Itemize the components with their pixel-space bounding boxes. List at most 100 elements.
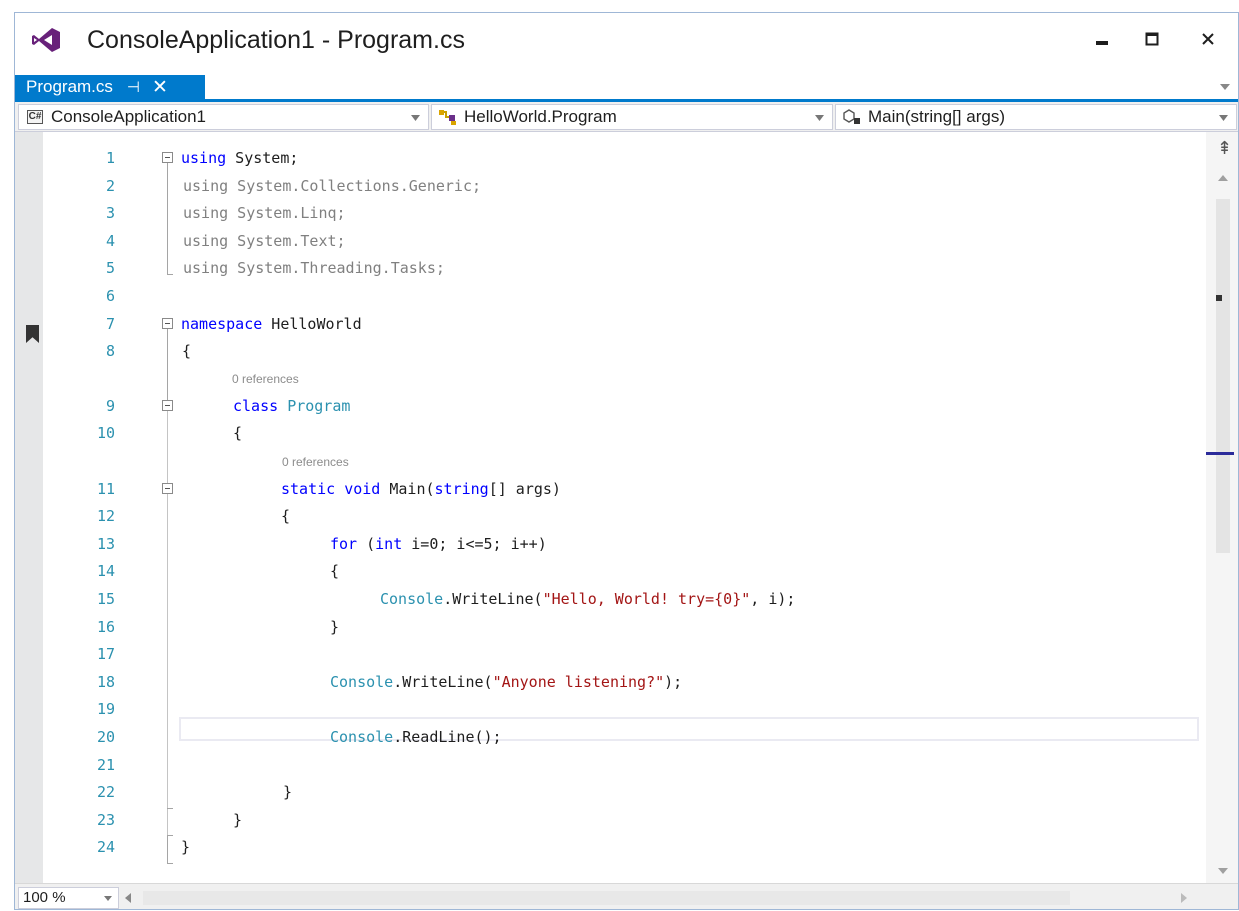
code-line-4[interactable]: using System.Text;: [183, 230, 346, 252]
code-line-5[interactable]: using System.Threading.Tasks;: [183, 257, 445, 279]
vertical-scrollbar[interactable]: ⇞: [1206, 132, 1238, 883]
close-icon: [1202, 33, 1214, 45]
type-dropdown[interactable]: HelloWorld.Program: [431, 104, 833, 130]
line-number: 21: [96, 756, 115, 774]
minimize-button[interactable]: [1079, 19, 1125, 59]
line-number: 17: [96, 645, 115, 663]
line-number: 22: [96, 783, 115, 801]
line-number: 7: [105, 315, 115, 333]
zoom-dropdown[interactable]: 100 %: [18, 887, 119, 909]
scrollbar-thumb[interactable]: [1216, 199, 1230, 553]
line-number: 20: [96, 728, 115, 746]
code-lens-references[interactable]: 0 references: [232, 371, 299, 387]
scroll-down-icon[interactable]: [1218, 868, 1228, 874]
code-line-8[interactable]: {: [182, 340, 191, 362]
line-number: 9: [105, 397, 115, 415]
line-number: 3: [105, 204, 115, 222]
code-line-14[interactable]: {: [330, 560, 339, 582]
close-tab-icon[interactable]: ✕: [152, 76, 168, 99]
code-editor[interactable]: 1 2 3 4 5 6 7 8 9 10 11 12 13 14 15 16 1…: [15, 132, 1238, 883]
ide-window: ConsoleApplication1 - Program.cs Program…: [14, 12, 1239, 910]
zoom-level: 100 %: [23, 889, 66, 906]
class-icon: [438, 108, 458, 126]
member-dropdown[interactable]: Main(string[] args): [835, 104, 1237, 130]
line-number: 15: [96, 590, 115, 608]
csharp-project-icon: C#: [26, 110, 44, 124]
outline-end: [167, 808, 173, 809]
tab-program-cs[interactable]: Program.cs ⊣ ✕: [15, 75, 205, 99]
editor-bottom-bar: 100 %: [15, 883, 1238, 909]
line-number: 2: [105, 177, 115, 195]
collapse-class-icon[interactable]: [162, 400, 173, 411]
horizontal-scrollbar-thumb[interactable]: [143, 891, 1070, 905]
code-line-22[interactable]: }: [283, 781, 292, 803]
window-title: ConsoleApplication1 - Program.cs: [87, 26, 465, 54]
outline-end: [167, 274, 173, 275]
line-number: 6: [105, 287, 115, 305]
line-number: 8: [105, 342, 115, 360]
line-number: 24: [96, 838, 115, 856]
code-lens-references[interactable]: 0 references: [282, 454, 349, 470]
chevron-down-icon: [815, 115, 824, 121]
scroll-right-icon[interactable]: [1181, 893, 1187, 903]
collapse-method-icon[interactable]: [162, 483, 173, 494]
scroll-up-icon[interactable]: [1218, 175, 1228, 181]
code-line-18[interactable]: Console.WriteLine("Anyone listening?");: [330, 671, 682, 693]
line-number: 5: [105, 259, 115, 277]
tab-label: Program.cs: [26, 77, 113, 96]
line-number: 12: [96, 507, 115, 525]
caret-position-marker: [1206, 452, 1234, 455]
code-line-15[interactable]: Console.WriteLine("Hello, World! try={0}…: [380, 588, 795, 610]
code-line-9[interactable]: class Program: [233, 395, 350, 417]
collapse-usings-icon[interactable]: [162, 152, 173, 163]
title-bar: ConsoleApplication1 - Program.cs: [15, 13, 1238, 75]
code-line-16[interactable]: }: [330, 616, 339, 638]
glyph-margin[interactable]: [15, 132, 43, 883]
maximize-icon: [1145, 32, 1159, 46]
code-line-23[interactable]: }: [233, 809, 242, 831]
outline-line: [167, 411, 168, 835]
scroll-left-icon[interactable]: [125, 893, 131, 903]
outline-end: [167, 835, 173, 836]
code-line-3[interactable]: using System.Linq;: [183, 202, 346, 224]
line-number: 16: [96, 618, 115, 636]
tab-overflow-dropdown-icon[interactable]: [1220, 83, 1230, 91]
code-line-10[interactable]: {: [233, 422, 242, 444]
line-number: 4: [105, 232, 115, 250]
code-line-2[interactable]: using System.Collections.Generic;: [183, 175, 481, 197]
line-number: 23: [96, 811, 115, 829]
line-number: 18: [96, 673, 115, 691]
line-number: 1: [105, 149, 115, 167]
line-number: 11: [96, 480, 115, 498]
method-icon: [842, 108, 862, 126]
project-dropdown[interactable]: C# ConsoleApplication1: [18, 104, 429, 130]
type-dropdown-value: HelloWorld.Program: [464, 107, 617, 126]
close-window-button[interactable]: [1185, 19, 1231, 59]
outline-end: [167, 863, 173, 864]
visual-studio-logo-icon: [32, 28, 60, 52]
minimize-icon: [1096, 41, 1108, 45]
code-line-24[interactable]: }: [181, 836, 190, 858]
navigation-bar: C# ConsoleApplication1 HelloWorld.Progra…: [15, 102, 1238, 132]
code-line-20[interactable]: Console.ReadLine();: [330, 726, 502, 748]
outline-line: [167, 163, 168, 274]
bookmark-marker: [1216, 295, 1222, 301]
line-number: 19: [96, 700, 115, 718]
document-tab-strip: Program.cs ⊣ ✕: [15, 75, 1238, 102]
code-line-1[interactable]: using System;: [181, 147, 298, 169]
code-line-12[interactable]: {: [281, 505, 290, 527]
chevron-down-icon: [411, 115, 420, 121]
code-line-11[interactable]: static void Main(string[] args): [281, 478, 561, 500]
line-number: 10: [96, 424, 115, 442]
pin-tab-icon[interactable]: ⊣: [127, 78, 140, 96]
code-line-7[interactable]: namespace HelloWorld: [181, 313, 362, 335]
member-dropdown-value: Main(string[] args): [868, 107, 1005, 126]
line-number: 13: [96, 535, 115, 553]
split-window-icon[interactable]: ⇞: [1217, 139, 1232, 157]
line-number: 14: [96, 562, 115, 580]
project-dropdown-value: ConsoleApplication1: [51, 107, 206, 126]
collapse-namespace-icon[interactable]: [162, 318, 173, 329]
code-line-13[interactable]: for (int i=0; i<=5; i++): [330, 533, 547, 555]
maximize-button[interactable]: [1129, 19, 1175, 59]
chevron-down-icon: [1219, 115, 1228, 121]
